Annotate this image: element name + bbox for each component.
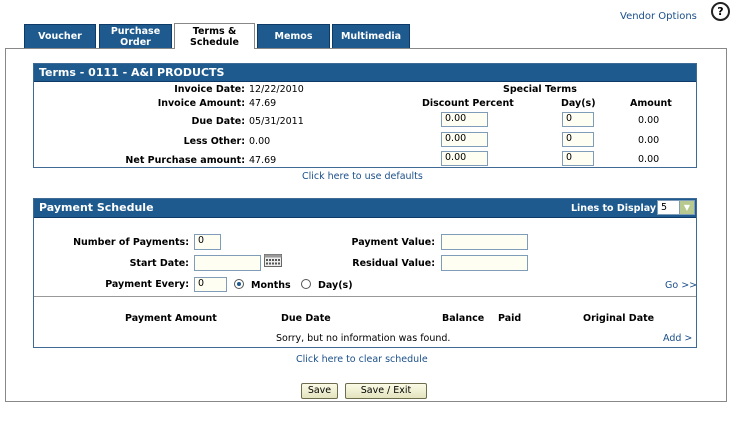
invoice-amount-value: 47.69	[249, 98, 277, 109]
terms-header: Terms - 0111 - A&I PRODUCTS	[34, 64, 696, 82]
save-exit-button[interactable]: Save / Exit	[345, 383, 427, 399]
payment-value-input[interactable]	[441, 234, 528, 250]
discount-percent-input-2[interactable]: 0.00	[441, 132, 488, 147]
lines-to-display-select[interactable]: 5 ▼	[657, 200, 695, 215]
lines-to-display-label: Lines to Display:	[571, 203, 660, 214]
start-date-input[interactable]	[194, 255, 261, 271]
due-date-header: Due Date	[281, 313, 331, 324]
help-icon[interactable]: ?	[711, 2, 730, 21]
days-input-2[interactable]: 0	[562, 132, 594, 147]
clear-schedule-link[interactable]: Click here to clear schedule	[296, 354, 428, 365]
net-purchase-label: Net Purchase amount:	[125, 155, 245, 166]
amount-value-1: 0.00	[638, 115, 660, 126]
tab-multimedia[interactable]: Multimedia	[332, 24, 410, 48]
number-of-payments-input[interactable]: 0	[194, 234, 221, 250]
payment-every-label: Payment Every:	[105, 279, 189, 290]
discount-percent-header: Discount Percent	[422, 98, 514, 109]
amount-value-2: 0.00	[638, 135, 660, 146]
tab-terms-schedule[interactable]: Terms & Schedule	[174, 23, 255, 49]
chevron-down-icon[interactable]: ▼	[679, 201, 694, 214]
payment-value-label: Payment Value:	[351, 237, 435, 248]
number-of-payments-label: Number of Payments:	[73, 237, 189, 248]
paid-header: Paid	[498, 313, 522, 324]
due-date-label: Due Date:	[191, 116, 245, 127]
days-radio[interactable]	[301, 279, 311, 289]
days-input-3[interactable]: 0	[562, 151, 594, 166]
use-defaults-link[interactable]: Click here to use defaults	[302, 171, 423, 182]
start-date-label: Start Date:	[129, 258, 189, 269]
amount-value-3: 0.00	[638, 154, 660, 165]
payment-amount-header: Payment Amount	[125, 313, 217, 324]
vendor-options-link[interactable]: Vendor Options	[620, 11, 697, 22]
residual-value-label: Residual Value:	[352, 258, 435, 269]
payment-schedule-section: Payment Schedule	[33, 198, 697, 348]
payment-every-input[interactable]: 0	[194, 277, 227, 292]
divider	[34, 296, 696, 297]
discount-percent-input-1[interactable]: 0.00	[441, 112, 488, 127]
calendar-icon[interactable]	[264, 254, 282, 267]
invoice-amount-label: Invoice Amount:	[157, 98, 245, 109]
lines-to-display-value: 5	[661, 202, 668, 213]
due-date-value: 05/31/2011	[249, 116, 304, 127]
invoice-date-label: Invoice Date:	[174, 84, 245, 95]
less-other-label: Less Other:	[183, 136, 245, 147]
special-terms-heading: Special Terms	[503, 84, 577, 95]
net-purchase-value: 47.69	[249, 155, 277, 166]
tab-voucher[interactable]: Voucher	[24, 24, 96, 48]
invoice-date-value: 12/22/2010	[249, 84, 304, 95]
original-date-header: Original Date	[583, 313, 655, 324]
amount-header: Amount	[630, 98, 672, 109]
save-button[interactable]: Save	[301, 383, 338, 399]
residual-value-input[interactable]	[441, 255, 528, 271]
days-radio-label: Day(s)	[318, 280, 353, 291]
balance-header: Balance	[442, 313, 485, 324]
less-other-value: 0.00	[249, 136, 271, 147]
tab-purchase-order[interactable]: Purchase Order	[99, 24, 172, 48]
add-link[interactable]: Add >	[663, 333, 692, 344]
days-header: Day(s)	[561, 98, 596, 109]
go-link[interactable]: Go >>	[665, 280, 697, 291]
tab-memos[interactable]: Memos	[257, 24, 330, 48]
empty-message: Sorry, but no information was found.	[276, 333, 451, 344]
discount-percent-input-3[interactable]: 0.00	[441, 151, 488, 166]
months-label: Months	[251, 280, 291, 291]
days-input-1[interactable]: 0	[562, 112, 594, 127]
months-radio[interactable]	[234, 279, 244, 289]
